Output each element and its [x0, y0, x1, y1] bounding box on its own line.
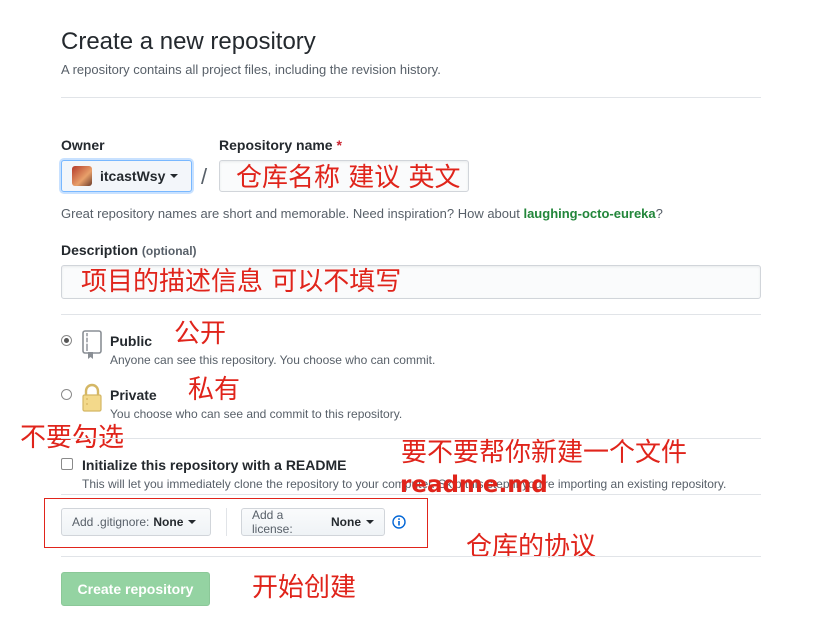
- repo-icon: [80, 330, 104, 359]
- public-radio[interactable]: [61, 335, 72, 346]
- chevron-down-icon: [366, 520, 374, 524]
- owner-select-button[interactable]: itcastWsy: [61, 160, 192, 192]
- owner-value: itcastWsy: [100, 168, 166, 184]
- chevron-down-icon: [188, 520, 197, 524]
- annotation-private: 私有: [188, 375, 241, 405]
- private-desc: You choose who can see and commit to thi…: [110, 407, 403, 421]
- description-label: Description (optional): [61, 242, 197, 258]
- public-desc: Anyone can see this repository. You choo…: [110, 353, 436, 367]
- divider: [61, 556, 761, 557]
- divider: [61, 494, 761, 495]
- annotation-description: 项目的描述信息 可以不填写: [81, 267, 402, 297]
- avatar: [72, 166, 92, 186]
- private-title: Private: [110, 387, 157, 403]
- license-select[interactable]: Add a license: None: [241, 508, 385, 536]
- annotation-public: 公开: [174, 319, 227, 349]
- name-suggestion-link[interactable]: laughing-octo-eureka: [523, 206, 655, 221]
- path-separator: /: [201, 164, 208, 189]
- repo-name-label: Repository name *: [219, 137, 342, 153]
- lock-icon: [80, 383, 104, 413]
- annotation-license: 仓库的协议: [466, 532, 597, 562]
- optional-tag: (optional): [141, 244, 197, 258]
- page-title: Create a new repository: [61, 28, 316, 55]
- annotation-create: 开始创建: [252, 573, 357, 603]
- divider: [61, 97, 761, 98]
- create-repository-button[interactable]: Create repository: [61, 572, 210, 606]
- annotation-repo-name: 仓库名称 建议 英文: [236, 163, 461, 193]
- private-radio[interactable]: [61, 389, 72, 400]
- required-mark: *: [336, 137, 342, 153]
- public-title: Public: [110, 333, 153, 349]
- annotation-no-check: 不要勾选: [20, 423, 125, 453]
- gitignore-select[interactable]: Add .gitignore: None: [61, 508, 211, 536]
- chevron-down-icon: [170, 174, 179, 178]
- annotation-readme-question: 要不要帮你新建一个文件: [401, 438, 688, 468]
- vertical-divider: [226, 508, 227, 536]
- readme-label: Initialize this repository with a README: [82, 457, 347, 473]
- info-icon[interactable]: [392, 515, 406, 529]
- name-hint: Great repository names are short and mem…: [61, 206, 663, 221]
- readme-checkbox[interactable]: [61, 458, 73, 470]
- page-subtitle: A repository contains all project files,…: [61, 62, 441, 77]
- owner-label: Owner: [61, 137, 105, 153]
- divider: [61, 314, 761, 315]
